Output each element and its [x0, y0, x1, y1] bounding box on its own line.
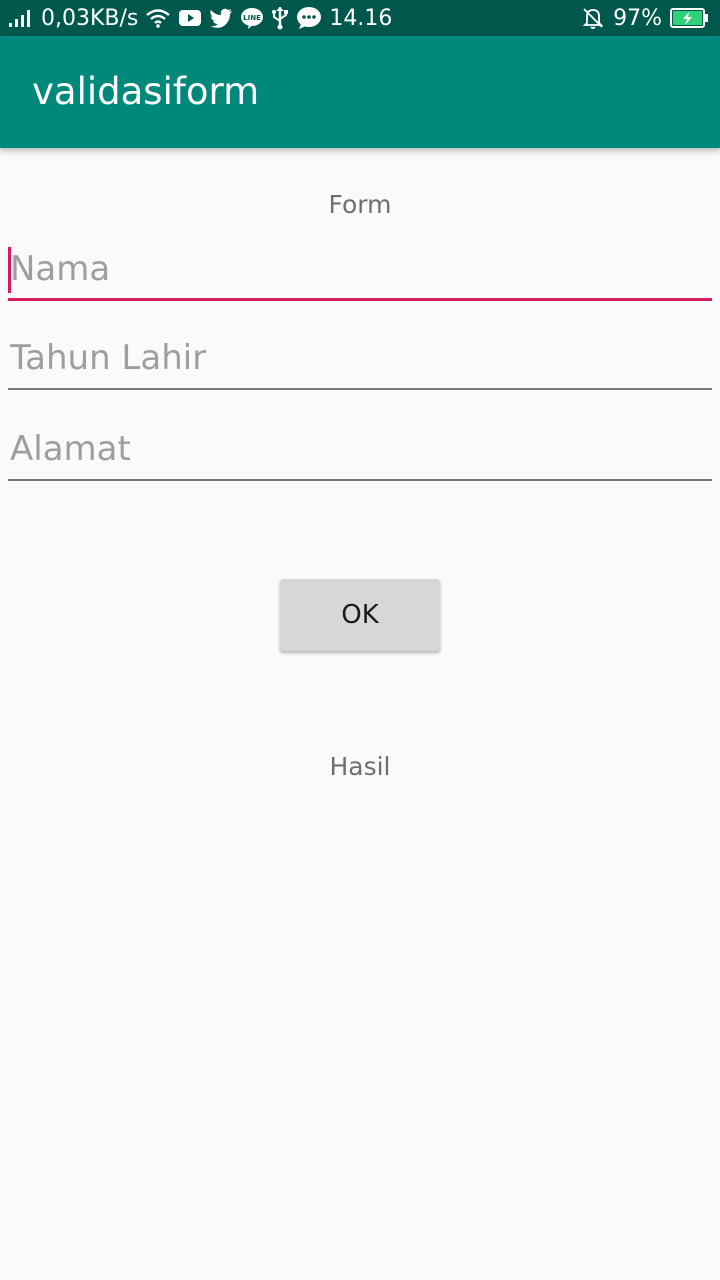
alamat-input[interactable]: [8, 421, 712, 477]
usb-icon: [271, 6, 289, 30]
text-cursor: [8, 247, 11, 293]
status-right: 97%: [581, 0, 710, 36]
svg-text:LINE: LINE: [244, 14, 262, 22]
alamat-field[interactable]: [8, 421, 712, 481]
youtube-icon: [178, 9, 202, 27]
twitter-icon: [209, 8, 233, 28]
battery-charging-icon: [670, 7, 710, 29]
status-bar: 0,03KB/s LINE 14.16 97%: [0, 0, 720, 36]
clock: 14.16: [329, 5, 393, 31]
nama-input[interactable]: [8, 241, 712, 297]
tahun-lahir-field[interactable]: [8, 330, 712, 390]
nama-underline: [8, 298, 712, 301]
tahun-lahir-underline: [8, 388, 712, 390]
alamat-underline: [8, 479, 712, 481]
nama-field[interactable]: [8, 241, 712, 301]
tahun-lahir-input[interactable]: [8, 330, 712, 386]
line-icon: LINE: [240, 7, 264, 29]
signal-icon: [8, 8, 34, 28]
ok-button[interactable]: OK: [280, 579, 440, 651]
form-label: Form: [328, 190, 392, 219]
result-label: Hasil: [329, 752, 391, 781]
chat-icon: [296, 6, 322, 30]
app-title: validasiform: [32, 70, 260, 113]
wifi-icon: [145, 7, 171, 29]
status-left: 0,03KB/s LINE 14.16: [8, 0, 392, 36]
battery-percent: 97%: [613, 5, 662, 31]
network-speed: 0,03KB/s: [41, 5, 139, 31]
app-bar: validasiform: [0, 36, 720, 148]
bell-off-icon: [581, 6, 605, 30]
